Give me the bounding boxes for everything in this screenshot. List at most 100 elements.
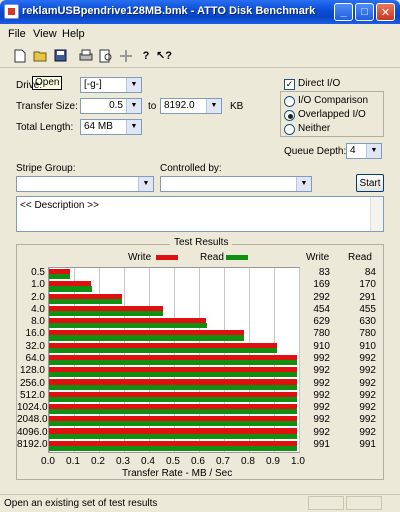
write-value: 629 (313, 316, 330, 328)
read-bar (49, 360, 297, 366)
chevron-down-icon: ▼ (126, 78, 141, 92)
write-value: 454 (313, 303, 330, 315)
minimize-button[interactable]: _ (334, 3, 353, 21)
x-tick-label: 0.5 (166, 456, 180, 467)
row-label: 128.0 (19, 365, 45, 377)
write-value: 992 (313, 426, 330, 438)
write-value: 169 (313, 279, 330, 291)
save-icon[interactable] (50, 46, 70, 65)
write-value: 910 (313, 340, 330, 352)
row-label: 4096.0 (17, 426, 48, 438)
read-bar (49, 372, 297, 378)
read-bar (49, 433, 297, 439)
read-value: 992 (359, 353, 376, 364)
read-bar (49, 323, 207, 329)
read-bar (49, 286, 92, 292)
row-label: 256.0 (19, 377, 45, 389)
close-button[interactable]: ✕ (376, 3, 395, 21)
chevron-down-icon: ▼ (206, 99, 221, 113)
print-preview-icon[interactable] (96, 46, 116, 65)
stripe-group-select[interactable]: ▼ (16, 176, 154, 192)
legend-write-swatch (156, 255, 178, 260)
menu-help[interactable]: Help (62, 28, 85, 40)
write-value: 991 (313, 438, 330, 450)
chevron-down-icon: ▼ (296, 177, 311, 191)
read-value: 630 (359, 316, 376, 328)
row-label: 2048.0 (17, 414, 48, 426)
read-bar (49, 335, 244, 341)
chevron-down-icon: ▼ (126, 99, 141, 113)
direct-io-checkbox[interactable]: ✓ (284, 79, 295, 90)
context-help-icon[interactable]: ↖? (154, 46, 174, 65)
neither-radio[interactable] (284, 124, 295, 135)
read-value: 780 (359, 328, 376, 340)
x-tick-label: 0.3 (116, 456, 130, 467)
x-axis-label: Transfer Rate - MB / Sec (122, 468, 233, 479)
start-button[interactable]: Start (356, 174, 384, 192)
open-folder-icon[interactable] (30, 46, 50, 65)
write-value: 292 (313, 291, 330, 303)
controlled-by-select[interactable]: ▼ (160, 176, 312, 192)
io-comparison-radio[interactable] (284, 96, 295, 107)
window-title: reklamUSBpendrive128MB.bmk - ATTO Disk B… (22, 5, 316, 17)
legend-read-label: Read (200, 252, 224, 263)
read-value: 992 (359, 365, 376, 377)
chevron-down-icon: ▼ (138, 177, 153, 191)
write-value: 992 (313, 414, 330, 426)
overlapped-io-radio[interactable] (284, 110, 295, 121)
write-value: 83 (318, 267, 330, 279)
move-icon[interactable] (116, 46, 136, 65)
description-scrollbar[interactable] (370, 197, 383, 231)
overlapped-io-label: Overlapped I/O (298, 109, 366, 120)
legend-write-label: Write (128, 252, 152, 263)
neither-label: Neither (298, 123, 331, 134)
read-bar (49, 396, 297, 402)
read-value: 170 (359, 279, 376, 291)
queue-depth-select[interactable]: 4 ▼ (346, 143, 382, 159)
print-icon[interactable] (76, 46, 96, 65)
read-value: 992 (359, 377, 376, 389)
app-icon (4, 4, 19, 19)
row-label: 16.0 (25, 328, 45, 340)
row-label: 2.0 (31, 291, 45, 303)
to-label: to (148, 101, 157, 112)
x-tick-label: 0.9 (266, 456, 280, 467)
x-tick-label: 0.4 (141, 456, 155, 467)
menu-file[interactable]: File (8, 28, 26, 40)
maximize-button[interactable]: □ (355, 3, 374, 21)
read-bar (49, 347, 277, 353)
read-value: 992 (359, 389, 376, 401)
read-value: 291 (359, 291, 376, 303)
x-tick-label: 0.2 (91, 456, 105, 467)
help-icon[interactable]: ? (136, 46, 156, 65)
row-label: 64.0 (25, 353, 45, 364)
write-value: 992 (313, 365, 330, 377)
controlled-by-label: Controlled by: (160, 163, 222, 174)
kb-label: KB (230, 101, 244, 112)
read-column-header: Read (348, 252, 372, 263)
read-bar (49, 409, 297, 415)
menu-view[interactable]: View (33, 28, 57, 40)
transfer-size-label: Transfer Size: (16, 101, 78, 112)
total-length-select[interactable]: 64 MB ▼ (80, 119, 142, 135)
read-bar (49, 274, 70, 280)
total-length-label: Total Length: (16, 122, 74, 133)
results-plot (48, 267, 300, 453)
status-text: Open an existing set of test results (4, 498, 158, 509)
menu-bar (0, 24, 400, 42)
drive-select[interactable]: [-g-] ▼ (80, 77, 142, 93)
new-file-icon[interactable] (10, 46, 30, 65)
transfer-to-select[interactable]: 8192.0 ▼ (160, 98, 222, 114)
x-tick-label: 0.1 (66, 456, 80, 467)
chevron-down-icon: ▼ (366, 144, 381, 158)
legend-read-swatch (226, 255, 248, 260)
row-label: 512.0 (19, 389, 45, 401)
write-value: 992 (313, 353, 330, 364)
read-value: 992 (359, 426, 376, 438)
description-textarea[interactable]: << Description >> (16, 196, 384, 232)
row-label: 4.0 (31, 303, 45, 315)
read-value: 991 (359, 438, 376, 450)
row-label: 8.0 (31, 316, 45, 328)
transfer-from-select[interactable]: 0.5 ▼ (80, 98, 142, 114)
read-value: 992 (359, 402, 376, 414)
